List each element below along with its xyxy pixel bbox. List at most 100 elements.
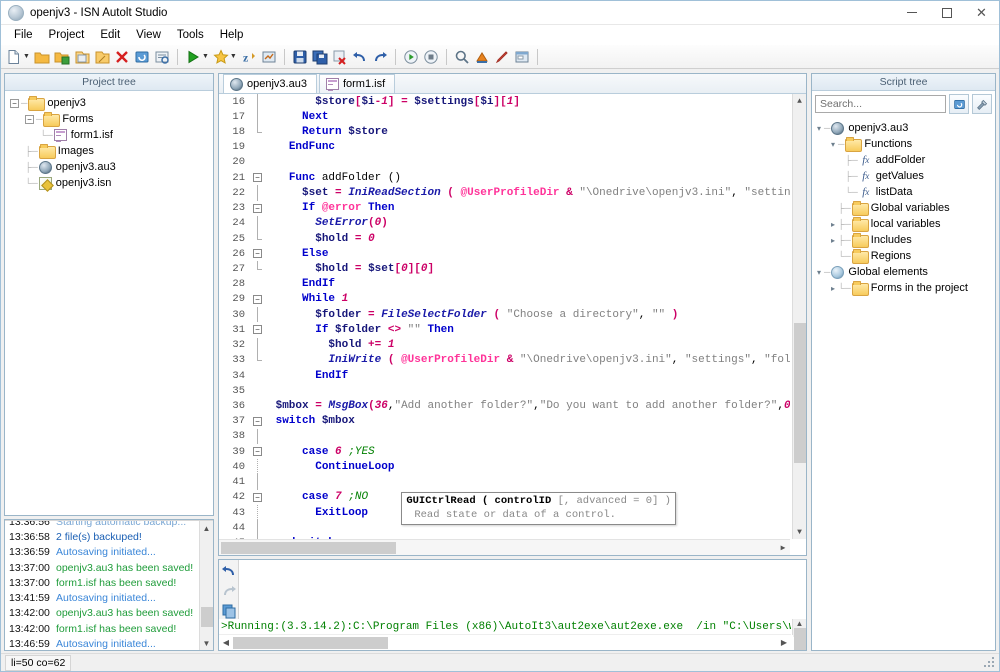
debug-run-button[interactable] bbox=[401, 46, 421, 68]
code-line[interactable]: 27 $hold = $set[0][0] bbox=[219, 261, 790, 276]
fold-collapse-icon[interactable]: − bbox=[253, 294, 262, 304]
fold-collapse-icon[interactable]: − bbox=[253, 249, 262, 259]
chevron-down-icon[interactable]: ▾ bbox=[828, 140, 838, 149]
scroll-up-icon[interactable]: ▲ bbox=[792, 619, 806, 628]
new-file-button[interactable]: ▼ bbox=[4, 46, 32, 68]
maximize-button[interactable] bbox=[929, 1, 964, 25]
refresh-tree-button[interactable] bbox=[949, 94, 969, 114]
tree-item-openjv3-au3[interactable]: ├─ openjv3.au3 bbox=[7, 159, 211, 175]
code-line[interactable]: 23− If @error Then bbox=[219, 201, 790, 216]
scroll-thumb[interactable] bbox=[200, 607, 213, 627]
code-line[interactable]: 29− While 1 bbox=[219, 292, 790, 307]
fold-marker[interactable]: − bbox=[251, 170, 267, 185]
fold-collapse-icon[interactable]: − bbox=[253, 447, 262, 457]
code-line[interactable]: 39− case 6 ;YES bbox=[219, 444, 790, 459]
menu-edit[interactable]: Edit bbox=[92, 27, 128, 43]
scroll-down-icon[interactable]: ▼ bbox=[199, 636, 213, 650]
chevron-down-icon[interactable]: ▼ bbox=[202, 53, 209, 60]
chevron-right-icon[interactable]: ▸ bbox=[828, 284, 838, 293]
fold-marker[interactable] bbox=[251, 230, 267, 246]
fold-marker[interactable] bbox=[251, 398, 267, 413]
fold-marker[interactable] bbox=[251, 155, 267, 170]
code-line[interactable]: 32 $hold += 1 bbox=[219, 337, 790, 353]
hscroll-thumb[interactable] bbox=[233, 636, 388, 649]
run-script-button[interactable]: ▼ bbox=[183, 46, 211, 68]
chevron-down-icon[interactable]: ▾ bbox=[814, 268, 824, 277]
code-line[interactable]: 17 Next bbox=[219, 109, 790, 125]
search-input[interactable]: Search... bbox=[815, 95, 946, 113]
code-line[interactable]: 16 $store[$i-1] = $settings[$i][1] bbox=[219, 94, 790, 110]
menu-project[interactable]: Project bbox=[41, 27, 93, 43]
code-line[interactable]: 28 EndIf bbox=[219, 277, 790, 292]
editor-vscrollbar[interactable]: ▲ ▼ bbox=[792, 94, 806, 539]
code-line[interactable]: 21− Func addFolder () bbox=[219, 170, 790, 185]
code-line[interactable]: 25 $hold = 0 bbox=[219, 230, 790, 246]
scroll-track[interactable] bbox=[793, 108, 807, 525]
script-node-global-elements[interactable]: ▾ ─ Global elements bbox=[814, 264, 993, 280]
fold-marker[interactable]: − bbox=[251, 246, 267, 261]
editor-hscrollbar[interactable]: ▶ bbox=[219, 539, 790, 555]
save-button[interactable] bbox=[290, 46, 310, 68]
scroll-down-icon[interactable]: ▼ bbox=[792, 525, 806, 539]
scroll-up-icon[interactable]: ▲ bbox=[792, 94, 806, 108]
code-line[interactable]: 37− switch $mbox bbox=[219, 414, 790, 429]
code-line[interactable]: 19 EndFunc bbox=[219, 140, 790, 155]
fold-marker[interactable] bbox=[251, 140, 267, 155]
script-node-global-variables[interactable]: ├─ Global variables bbox=[814, 200, 993, 216]
script-node-functions[interactable]: ▾ ─ Functions bbox=[814, 136, 993, 152]
fold-marker[interactable] bbox=[251, 307, 267, 323]
chevron-down-icon[interactable]: ▾ bbox=[814, 124, 824, 133]
fold-collapse-icon[interactable]: − bbox=[253, 325, 262, 335]
tab-openjv3-au3[interactable]: openjv3.au3 bbox=[223, 74, 317, 93]
refresh-button[interactable] bbox=[132, 46, 152, 68]
code-line[interactable]: 20 bbox=[219, 155, 790, 170]
form-designer-button[interactable] bbox=[512, 46, 532, 68]
scroll-right-icon[interactable]: ▶ bbox=[776, 543, 790, 553]
build-button[interactable] bbox=[259, 46, 279, 68]
tree-item-forms[interactable]: − ─ Forms bbox=[7, 111, 211, 127]
menu-view[interactable]: View bbox=[128, 27, 169, 43]
favorites-button[interactable]: ▼ bbox=[211, 46, 239, 68]
save-project-button[interactable] bbox=[52, 46, 72, 68]
script-node-listdata[interactable]: └─ fx listData bbox=[814, 184, 993, 200]
code-line[interactable]: 36 $mbox = MsgBox(36,"Add another folder… bbox=[219, 398, 790, 413]
code-line[interactable]: 40 ContinueLoop bbox=[219, 459, 790, 475]
console-output[interactable]: >Running:(3.3.14.2):C:\Program Files (x8… bbox=[219, 619, 806, 650]
script-node-includes[interactable]: ▸ ├─ Includes bbox=[814, 232, 993, 248]
chevron-right-icon[interactable]: ▸ bbox=[828, 236, 838, 245]
chevron-right-icon[interactable]: ▸ bbox=[828, 220, 838, 229]
tree-item-form1-isf[interactable]: └─ form1.isf bbox=[7, 127, 211, 143]
fold-marker[interactable] bbox=[251, 124, 267, 139]
code-line[interactable]: 41 bbox=[219, 474, 790, 490]
fold-marker[interactable] bbox=[251, 520, 267, 536]
scroll-track[interactable] bbox=[200, 535, 214, 636]
code-line[interactable]: 35 bbox=[219, 383, 790, 398]
fold-marker[interactable] bbox=[251, 474, 267, 490]
fold-marker[interactable] bbox=[251, 337, 267, 353]
log-scrollbar[interactable]: ▲ ▼ bbox=[199, 521, 213, 650]
open-project-button[interactable] bbox=[72, 46, 92, 68]
code-line[interactable]: 18 Return $store bbox=[219, 124, 790, 139]
script-node-getvalues[interactable]: ├─ fx getValues bbox=[814, 168, 993, 184]
close-project-button[interactable] bbox=[112, 46, 132, 68]
fold-marker[interactable]: − bbox=[251, 414, 267, 429]
scroll-left-icon[interactable]: ◀ bbox=[219, 638, 233, 647]
console-vscrollbar[interactable]: ▲ ▼ bbox=[792, 619, 806, 650]
fold-collapse-icon[interactable]: − bbox=[253, 173, 262, 183]
fold-marker[interactable] bbox=[251, 261, 267, 276]
new-project-button[interactable] bbox=[92, 46, 112, 68]
menu-help[interactable]: Help bbox=[212, 27, 252, 43]
resize-grip[interactable] bbox=[984, 656, 996, 669]
code-line[interactable]: 34 EndIf bbox=[219, 368, 790, 383]
code-line[interactable]: 24 SetError(0) bbox=[219, 215, 790, 231]
code-line[interactable]: 31− If $folder <> "" Then bbox=[219, 322, 790, 337]
close-button[interactable]: ✕ bbox=[964, 1, 999, 25]
compile-button[interactable]: z bbox=[239, 46, 259, 68]
tree-item-images[interactable]: ├─ Images bbox=[7, 143, 211, 159]
code-line[interactable]: 33 IniWrite ( @UserProfileDir & "\Onedri… bbox=[219, 352, 790, 368]
tree-item-openjv3-isn[interactable]: └─ openjv3.isn bbox=[7, 175, 211, 191]
fold-marker[interactable] bbox=[251, 428, 267, 445]
fold-marker[interactable] bbox=[251, 94, 267, 110]
chevron-down-icon[interactable]: ▼ bbox=[23, 53, 30, 60]
script-node-openjv3-au3[interactable]: ▾ ─ openjv3.au3 bbox=[814, 120, 993, 136]
